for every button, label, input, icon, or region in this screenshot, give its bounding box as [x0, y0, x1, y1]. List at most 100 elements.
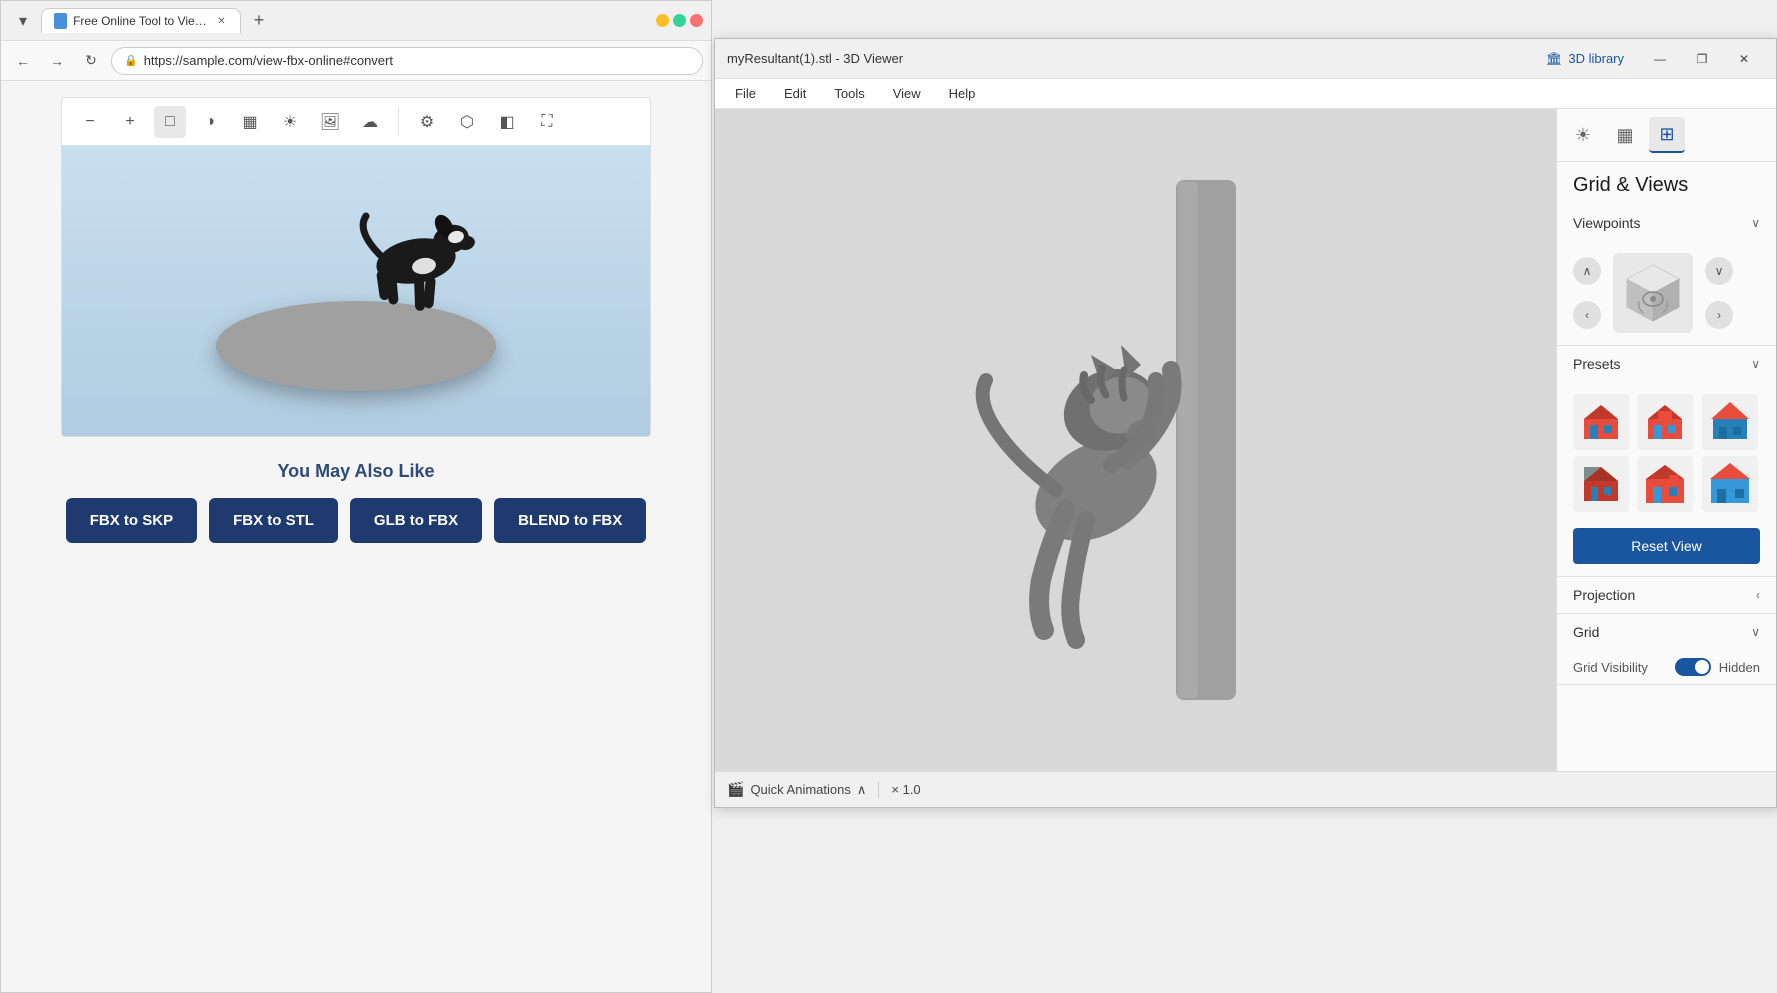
panel-tab-grid[interactable]: ▦ [1607, 117, 1643, 153]
suggestion-buttons: FBX to SKP FBX to STL GLB to FBX BLEND t… [61, 498, 651, 543]
web-viewer-canvas[interactable] [62, 146, 650, 436]
projection-collapse-icon[interactable]: ‹ [1756, 588, 1760, 602]
preset-2[interactable] [1637, 394, 1693, 450]
glb-to-fbx-button[interactable]: GLB to FBX [350, 498, 482, 543]
menu-help[interactable]: Help [937, 82, 988, 105]
tab-close-button[interactable]: ✕ [215, 13, 228, 29]
browser-win-controls [656, 14, 703, 27]
color-button[interactable]: ◑ [194, 106, 226, 138]
presets-chevron: ∨ [1751, 357, 1760, 371]
library-label: 3D library [1568, 51, 1624, 66]
back-button[interactable]: ← [9, 47, 37, 75]
presets-header[interactable]: Presets ∨ [1557, 346, 1776, 382]
preset-4[interactable] [1573, 456, 1629, 512]
browser-maximize-button[interactable] [673, 14, 686, 27]
browser-titlebar: ▾ Free Online Tool to View 3D F8 ✕ + [1, 1, 711, 41]
app-restore-button[interactable]: ❐ [1682, 44, 1722, 74]
address-bar[interactable]: 🔒 https://sample.com/view-fbx-online#con… [111, 47, 703, 75]
fbx-to-skp-button[interactable]: FBX to SKP [66, 498, 197, 543]
preset-5[interactable] [1637, 456, 1693, 512]
light-button[interactable]: ☀ [274, 106, 306, 138]
refresh-button[interactable]: ↻ [77, 47, 105, 75]
panel-tab-lighting[interactable]: ☀ [1565, 117, 1601, 153]
grid-visibility-row: Grid Visibility Hidden [1557, 650, 1776, 684]
zoom-in-button[interactable]: + [114, 106, 146, 138]
grid-section: Grid ∨ Grid Visibility Hidden [1557, 614, 1776, 685]
menu-tools[interactable]: Tools [822, 82, 876, 105]
browser-minimize-button[interactable] [656, 14, 669, 27]
menu-view[interactable]: View [881, 82, 933, 105]
viewpoint-area: ∧ ‹ [1557, 241, 1776, 345]
web-3d-viewer: − + □ ◑ ▦ ☀ 🖼 ☁ ⚙ ⬡ ◧ ⛶ [61, 97, 651, 437]
quick-animations-section: 🎬 Quick Animations ∧ [727, 781, 866, 798]
browser-nav-bar: ← → ↻ 🔒 https://sample.com/view-fbx-onli… [1, 41, 711, 81]
cube-button[interactable]: ⬡ [451, 106, 483, 138]
suggestion-section: You May Also Like FBX to SKP FBX to STL … [61, 461, 651, 543]
zoom-out-button[interactable]: − [74, 106, 106, 138]
browser-content: − + □ ◑ ▦ ☀ 🖼 ☁ ⚙ ⬡ ◧ ⛶ [1, 81, 711, 992]
viewpoint-down-button[interactable]: ∨ [1705, 257, 1733, 285]
suggestion-title: You May Also Like [61, 461, 651, 482]
image-button[interactable]: 🖼 [314, 106, 346, 138]
menu-edit[interactable]: Edit [772, 82, 818, 105]
forward-button[interactable]: → [43, 47, 71, 75]
grid-label: Grid [1573, 624, 1599, 640]
grid-visibility-toggle[interactable] [1675, 658, 1711, 676]
viewpoint-cube[interactable] [1613, 253, 1693, 333]
status-divider [878, 782, 879, 798]
tab-label: Free Online Tool to View 3D F8 [73, 14, 209, 28]
animations-icon: 🎬 [727, 781, 744, 798]
grid-chevron: ∨ [1751, 625, 1760, 639]
app-win-controls: — ❐ ✕ [1640, 44, 1764, 74]
speed-control: × 1.0 [891, 782, 920, 797]
frame-button[interactable]: □ [154, 106, 186, 138]
animations-chevron[interactable]: ∧ [857, 782, 867, 798]
tab-favicon [54, 13, 67, 29]
viewpoint-right-button[interactable]: › [1705, 301, 1733, 329]
viewpoint-left-button[interactable]: ‹ [1573, 301, 1601, 329]
speed-label: × 1.0 [891, 782, 920, 797]
viewpoint-up-button[interactable]: ∧ [1573, 257, 1601, 285]
toggle-row: Hidden [1675, 658, 1760, 676]
fullscreen-button[interactable]: ⛶ [531, 106, 563, 138]
viewpoints-label: Viewpoints [1573, 215, 1640, 231]
projection-section: Projection ‹ [1557, 577, 1776, 614]
browser-close-button[interactable] [690, 14, 703, 27]
reset-view-button[interactable]: Reset View [1573, 528, 1760, 564]
menu-file[interactable]: File [723, 82, 768, 105]
panel-tab-views[interactable]: ⊞ [1649, 117, 1685, 153]
preset-6[interactable] [1702, 456, 1758, 512]
app-body: ☀ ▦ ⊞ Grid & Views Viewpoints ∨ ∧ ‹ [715, 109, 1776, 771]
new-tab-button[interactable]: + [245, 7, 273, 35]
tab-list-dropdown[interactable]: ▾ [9, 7, 37, 35]
fbx-to-stl-button[interactable]: FBX to STL [209, 498, 338, 543]
3d-library-button[interactable]: 🏛 3D library [1538, 47, 1632, 71]
web-viewer-toolbar: − + □ ◑ ▦ ☀ 🖼 ☁ ⚙ ⬡ ◧ ⛶ [62, 98, 650, 146]
app-minimize-button[interactable]: — [1640, 44, 1680, 74]
presets-label: Presets [1573, 356, 1620, 372]
browser-window: ▾ Free Online Tool to View 3D F8 ✕ + ← →… [0, 0, 712, 993]
url-text: https://sample.com/view-fbx-online#conve… [144, 53, 393, 68]
blend-to-fbx-button[interactable]: BLEND to FBX [494, 498, 646, 543]
toggle-knob [1695, 660, 1709, 674]
dog-figure [336, 201, 496, 336]
browser-tab-active[interactable]: Free Online Tool to View 3D F8 ✕ [41, 8, 241, 33]
dog-scene [196, 171, 516, 411]
library-icon: 🏛 [1546, 51, 1563, 67]
app-3d-viewport[interactable] [715, 109, 1556, 771]
app-statusbar: 🎬 Quick Animations ∧ × 1.0 [715, 771, 1776, 807]
preset-3[interactable] [1702, 394, 1758, 450]
viewer-app-window: myResultant(1).stl - 3D Viewer 🏛 3D libr… [714, 38, 1777, 808]
viewpoints-header[interactable]: Viewpoints ∨ [1557, 205, 1776, 241]
grid-header[interactable]: Grid ∨ [1557, 614, 1776, 650]
split-button[interactable]: ◧ [491, 106, 523, 138]
settings-button[interactable]: ⚙ [411, 106, 443, 138]
right-panel: ☀ ▦ ⊞ Grid & Views Viewpoints ∨ ∧ ‹ [1556, 109, 1776, 771]
app-close-button[interactable]: ✕ [1724, 44, 1764, 74]
app-titlebar: myResultant(1).stl - 3D Viewer 🏛 3D libr… [715, 39, 1776, 79]
preset-1[interactable] [1573, 394, 1629, 450]
animations-label: Quick Animations [750, 782, 850, 797]
upload-button[interactable]: ☁ [354, 106, 386, 138]
grid-button[interactable]: ▦ [234, 106, 266, 138]
grid-visibility-label: Grid Visibility [1573, 660, 1648, 675]
